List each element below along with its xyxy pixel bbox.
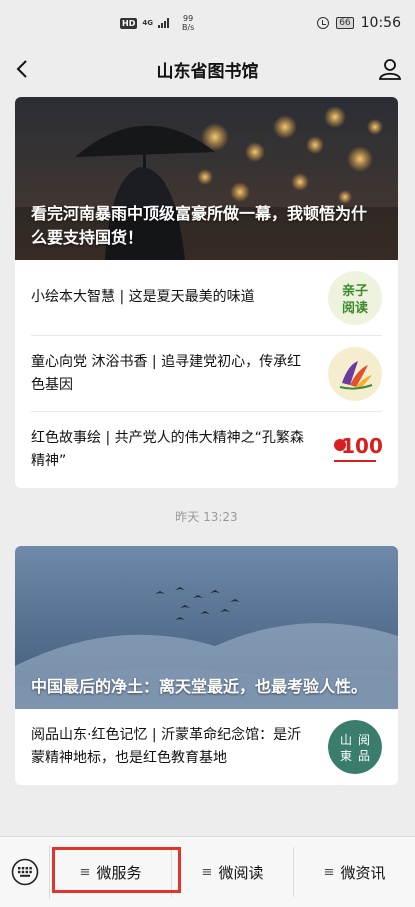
hero-article-1[interactable]: 看完河南暴雨中顶级富豪所做一幕，我顿悟为什么要支持国货！ [15, 97, 398, 260]
status-bar: HD 4G 99 B/s 66 10:56 [0, 0, 415, 46]
hd-badge: HD [120, 17, 138, 29]
thumb-text: 阅读 [342, 300, 368, 316]
menu-tab-services[interactable]: ≡ 微服务 [50, 847, 172, 897]
menu-icon: ≡ [201, 864, 213, 880]
message-timestamp: 昨天 13:23 [175, 510, 238, 524]
party-100-years-logo: 100 [328, 423, 382, 477]
list-item[interactable]: 童心向党 沐浴书香 | 追寻建党初心，传承红色基因 [31, 336, 382, 412]
signal-icon [157, 18, 169, 28]
thumb-text: 山 [340, 733, 352, 747]
list-item[interactable]: 阅品山东·红色记忆 | 沂蒙革命纪念馆：是沂蒙精神地标，也是红色教育基地 山 東… [31, 709, 382, 785]
menu-icon: ≡ [323, 864, 335, 880]
menu-tab-reading[interactable]: ≡ 微阅读 [172, 847, 294, 897]
bottom-menu: ≡ 微服务 ≡ 微阅读 ≡ 微资讯 [0, 836, 415, 907]
thumb-text: 東 [340, 749, 352, 763]
thumb-text: 品 [358, 749, 370, 763]
article-title: 红色故事绘 | 共产党人的伟大精神之“孔繁森精神” [31, 430, 304, 469]
back-arrow-icon[interactable] [10, 56, 36, 82]
keyboard-toggle-button[interactable] [0, 845, 50, 899]
list-item[interactable]: 小绘本大智慧 | 这是夏天最美的味道 亲子 阅读 [31, 260, 382, 336]
hero-title: 看完河南暴雨中顶级富豪所做一幕，我顿悟为什么要支持国货！ [31, 204, 368, 247]
party-children-logo [328, 346, 382, 401]
speed-value: 99 [183, 14, 194, 23]
speed-unit: B/s [181, 23, 195, 32]
battery-icon: 66 [336, 17, 354, 29]
article-title: 童心向党 沐浴书香 | 追寻建党初心，传承红色基因 [31, 353, 302, 393]
list-item[interactable]: 红色故事绘 | 共产党人的伟大精神之“孔繁森精神” 100 [31, 412, 382, 488]
article-card-group-1: 看完河南暴雨中顶级富豪所做一幕，我顿悟为什么要支持国货！ 小绘本大智慧 | 这是… [15, 97, 398, 488]
status-right: 66 10:56 [317, 15, 401, 31]
message-feed: 看完河南暴雨中顶级富豪所做一幕，我顿悟为什么要支持国货！ 小绘本大智慧 | 这是… [15, 97, 398, 785]
shandong-reading-logo: 山 東 阅 品 [328, 720, 382, 774]
network-type: 4G [142, 18, 153, 27]
alarm-icon [317, 17, 330, 29]
article-title: 阅品山东·红色记忆 | 沂蒙革命纪念馆：是沂蒙精神地标，也是红色教育基地 [31, 727, 302, 766]
article-title: 小绘本大智慧 | 这是夏天最美的味道 [31, 289, 255, 305]
menu-tab-label: 微资讯 [340, 863, 386, 882]
menu-tab-label: 微阅读 [218, 863, 264, 882]
page-title: 山东省图书馆 [156, 61, 259, 82]
clock: 10:56 [360, 15, 401, 31]
keyboard-icon [11, 858, 38, 886]
nav-bar: 山东省图书馆 [0, 46, 415, 92]
network-speed: 99 B/s [182, 14, 194, 32]
parent-child-reading-logo: 亲子 阅读 [328, 270, 382, 325]
thumb-text: 阅 [358, 733, 370, 747]
hero-article-2[interactable]: 中国最后的净土：离天堂最近，也最考验人性。 [15, 546, 398, 709]
article-card-group-2: 中国最后的净土：离天堂最近，也最考验人性。 阅品山东·红色记忆 | 沂蒙革命纪念… [15, 546, 398, 785]
menu-tab-news[interactable]: ≡ 微资讯 [294, 847, 415, 897]
status-left: HD 4G 99 B/s [120, 14, 194, 32]
profile-icon[interactable] [377, 56, 403, 82]
thumb-text: 亲子 [342, 283, 368, 299]
menu-tab-label: 微服务 [96, 863, 142, 882]
hero-title: 中国最后的净土：离天堂最近，也最考验人性。 [31, 677, 368, 696]
menu-icon: ≡ [79, 864, 91, 880]
thumb-text: 100 [341, 434, 382, 458]
